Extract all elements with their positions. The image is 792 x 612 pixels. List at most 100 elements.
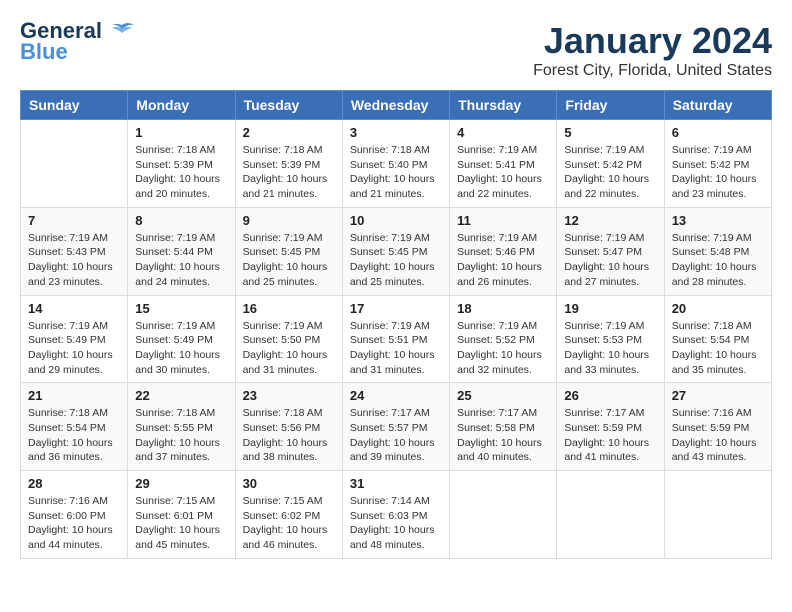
calendar-cell: 27 Sunrise: 7:16 AMSunset: 5:59 PMDayligh… [664,383,771,471]
day-info: Sunrise: 7:16 AMSunset: 5:59 PMDaylight:… [672,406,764,465]
calendar-cell: 8 Sunrise: 7:19 AMSunset: 5:44 PMDaylight… [128,207,235,295]
calendar-cell: 30Sunrise: 7:15 AMSunset: 6:02 PMDayligh… [235,471,342,559]
day-info: Sunrise: 7:19 AMSunset: 5:43 PMDaylight:… [28,231,120,290]
calendar-cell: 4 Sunrise: 7:19 AMSunset: 5:41 PMDaylight… [450,120,557,208]
day-info: Sunrise: 7:19 AMSunset: 5:51 PMDaylight:… [350,319,442,378]
calendar-cell: 11Sunrise: 7:19 AMSunset: 5:46 PMDayligh… [450,207,557,295]
calendar-cell: 31Sunrise: 7:14 AMSunset: 6:03 PMDayligh… [342,471,449,559]
day-number: 2 [243,125,335,140]
title-block: January 2024 Forest City, Florida, Unite… [533,20,772,80]
week-row-2: 14 Sunrise: 7:19 AMSunset: 5:49 PMDayligh… [21,295,772,383]
day-info: Sunrise: 7:19 AMSunset: 5:47 PMDaylight:… [564,231,656,290]
day-info: Sunrise: 7:16 AMSunset: 6:00 PMDaylight:… [28,494,120,553]
day-info: Sunrise: 7:19 AMSunset: 5:42 PMDaylight:… [564,143,656,202]
weekday-header-wednesday: Wednesday [342,91,449,120]
day-number: 11 [457,213,549,228]
calendar-cell: 23 Sunrise: 7:18 AMSunset: 5:56 PMDayligh… [235,383,342,471]
day-info: Sunrise: 7:19 AMSunset: 5:49 PMDaylight:… [135,319,227,378]
calendar-cell: 14 Sunrise: 7:19 AMSunset: 5:49 PMDayligh… [21,295,128,383]
month-title: January 2024 [533,20,772,62]
day-number: 4 [457,125,549,140]
calendar-cell: 24Sunrise: 7:17 AMSunset: 5:57 PMDayligh… [342,383,449,471]
week-row-3: 21Sunrise: 7:18 AMSunset: 5:54 PMDayligh… [21,383,772,471]
day-info: Sunrise: 7:14 AMSunset: 6:03 PMDaylight:… [350,494,442,553]
day-number: 27 [672,388,764,403]
day-info: Sunrise: 7:18 AMSunset: 5:40 PMDaylight:… [350,143,442,202]
calendar-cell: 26Sunrise: 7:17 AMSunset: 5:59 PMDayligh… [557,383,664,471]
day-number: 12 [564,213,656,228]
calendar-cell: 16 Sunrise: 7:19 AMSunset: 5:50 PMDayligh… [235,295,342,383]
day-info: Sunrise: 7:19 AMSunset: 5:42 PMDaylight:… [672,143,764,202]
day-info: Sunrise: 7:19 AMSunset: 5:41 PMDaylight:… [457,143,549,202]
calendar-cell [450,471,557,559]
day-number: 19 [564,301,656,316]
day-info: Sunrise: 7:19 AMSunset: 5:52 PMDaylight:… [457,319,549,378]
day-number: 15 [135,301,227,316]
day-number: 16 [243,301,335,316]
day-info: Sunrise: 7:19 AMSunset: 5:45 PMDaylight:… [350,231,442,290]
calendar-cell: 7 Sunrise: 7:19 AMSunset: 5:43 PMDaylight… [21,207,128,295]
day-number: 8 [135,213,227,228]
day-info: Sunrise: 7:18 AMSunset: 5:39 PMDaylight:… [243,143,335,202]
calendar-cell: 22 Sunrise: 7:18 AMSunset: 5:55 PMDayligh… [128,383,235,471]
day-info: Sunrise: 7:18 AMSunset: 5:56 PMDaylight:… [243,406,335,465]
day-number: 14 [28,301,120,316]
calendar-body: 1 Sunrise: 7:18 AMSunset: 5:39 PMDaylight… [21,120,772,559]
week-row-0: 1 Sunrise: 7:18 AMSunset: 5:39 PMDaylight… [21,120,772,208]
day-number: 25 [457,388,549,403]
calendar-cell: 1 Sunrise: 7:18 AMSunset: 5:39 PMDaylight… [128,120,235,208]
day-number: 5 [564,125,656,140]
day-info: Sunrise: 7:15 AMSunset: 6:01 PMDaylight:… [135,494,227,553]
calendar-cell: 29 Sunrise: 7:15 AMSunset: 6:01 PMDayligh… [128,471,235,559]
logo: General Blue [20,20,136,63]
day-number: 28 [28,476,120,491]
week-row-4: 28 Sunrise: 7:16 AMSunset: 6:00 PMDayligh… [21,471,772,559]
day-info: Sunrise: 7:15 AMSunset: 6:02 PMDaylight:… [243,494,335,553]
calendar-cell: 25 Sunrise: 7:17 AMSunset: 5:58 PMDayligh… [450,383,557,471]
day-info: Sunrise: 7:19 AMSunset: 5:44 PMDaylight:… [135,231,227,290]
weekday-header-tuesday: Tuesday [235,91,342,120]
logo-bird-icon [108,21,136,43]
day-info: Sunrise: 7:17 AMSunset: 5:58 PMDaylight:… [457,406,549,465]
calendar-cell: 9 Sunrise: 7:19 AMSunset: 5:45 PMDaylight… [235,207,342,295]
day-info: Sunrise: 7:19 AMSunset: 5:49 PMDaylight:… [28,319,120,378]
day-info: Sunrise: 7:18 AMSunset: 5:39 PMDaylight:… [135,143,227,202]
day-number: 7 [28,213,120,228]
week-row-1: 7 Sunrise: 7:19 AMSunset: 5:43 PMDaylight… [21,207,772,295]
day-number: 9 [243,213,335,228]
calendar-cell: 12 Sunrise: 7:19 AMSunset: 5:47 PMDayligh… [557,207,664,295]
day-number: 1 [135,125,227,140]
calendar-table: SundayMondayTuesdayWednesdayThursdayFrid… [20,90,772,559]
day-info: Sunrise: 7:19 AMSunset: 5:53 PMDaylight:… [564,319,656,378]
day-info: Sunrise: 7:18 AMSunset: 5:55 PMDaylight:… [135,406,227,465]
weekday-header-row: SundayMondayTuesdayWednesdayThursdayFrid… [21,91,772,120]
page-header: General Blue January 2024 Forest City, F… [20,20,772,80]
day-number: 23 [243,388,335,403]
day-number: 29 [135,476,227,491]
day-info: Sunrise: 7:19 AMSunset: 5:50 PMDaylight:… [243,319,335,378]
calendar-cell: 13 Sunrise: 7:19 AMSunset: 5:48 PMDayligh… [664,207,771,295]
day-number: 10 [350,213,442,228]
day-number: 21 [28,388,120,403]
day-number: 6 [672,125,764,140]
calendar-cell: 10 Sunrise: 7:19 AMSunset: 5:45 PMDayligh… [342,207,449,295]
day-info: Sunrise: 7:18 AMSunset: 5:54 PMDaylight:… [672,319,764,378]
calendar-cell: 20 Sunrise: 7:18 AMSunset: 5:54 PMDayligh… [664,295,771,383]
day-number: 20 [672,301,764,316]
calendar-cell: 18 Sunrise: 7:19 AMSunset: 5:52 PMDayligh… [450,295,557,383]
calendar-cell: 5 Sunrise: 7:19 AMSunset: 5:42 PMDaylight… [557,120,664,208]
calendar-cell [664,471,771,559]
day-info: Sunrise: 7:19 AMSunset: 5:48 PMDaylight:… [672,231,764,290]
calendar-cell: 28 Sunrise: 7:16 AMSunset: 6:00 PMDayligh… [21,471,128,559]
weekday-header-monday: Monday [128,91,235,120]
calendar-cell: 2 Sunrise: 7:18 AMSunset: 5:39 PMDaylight… [235,120,342,208]
day-info: Sunrise: 7:19 AMSunset: 5:45 PMDaylight:… [243,231,335,290]
day-number: 22 [135,388,227,403]
calendar-cell: 19 Sunrise: 7:19 AMSunset: 5:53 PMDayligh… [557,295,664,383]
day-number: 3 [350,125,442,140]
weekday-header-sunday: Sunday [21,91,128,120]
day-number: 17 [350,301,442,316]
day-number: 13 [672,213,764,228]
day-number: 18 [457,301,549,316]
calendar-cell: 3 Sunrise: 7:18 AMSunset: 5:40 PMDaylight… [342,120,449,208]
